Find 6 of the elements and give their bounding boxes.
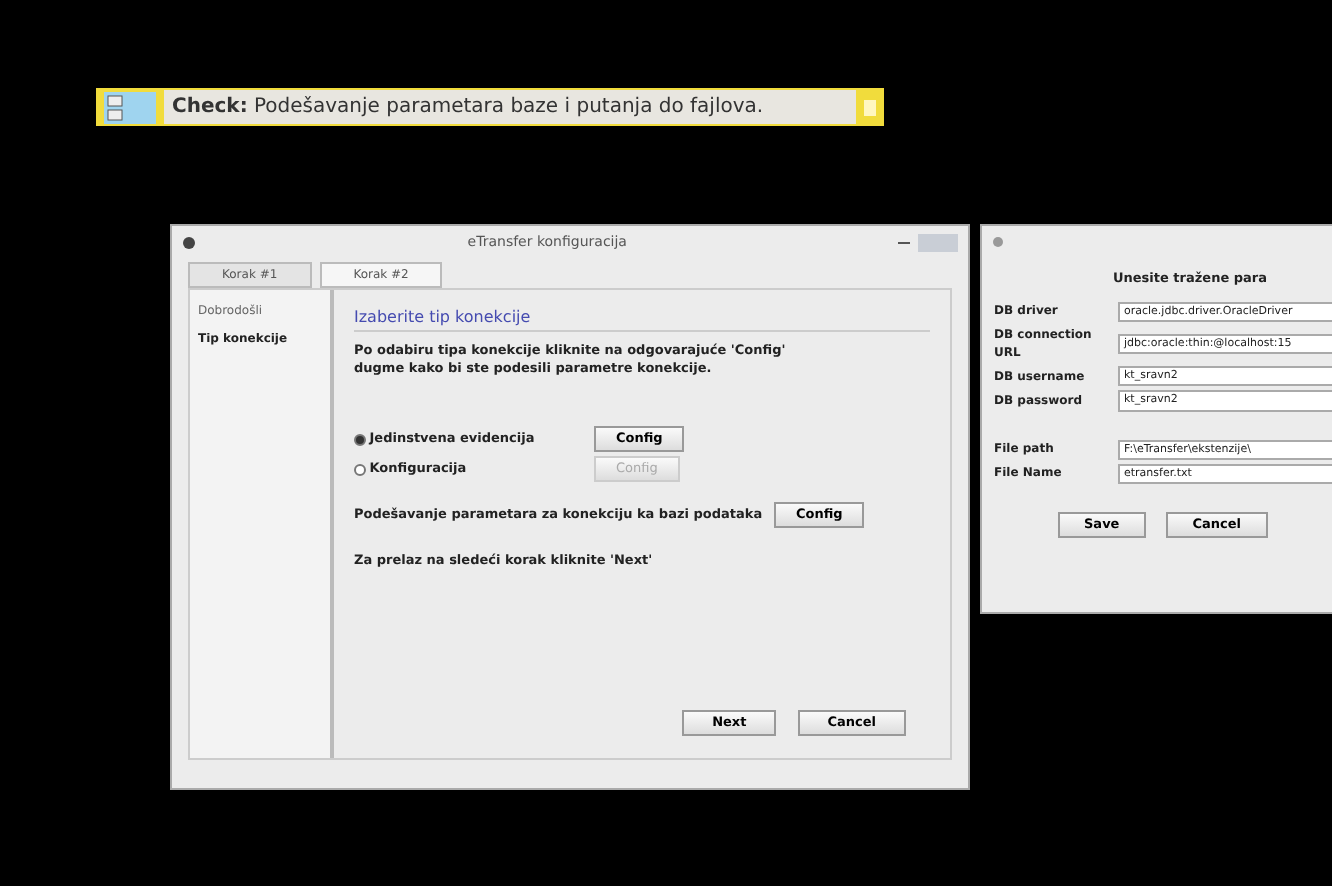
app-icon <box>992 236 1004 248</box>
banner-text: Check: Podešavanje parametara baze i putanja do fajlova. <box>164 90 856 124</box>
step-heading: Izaberite tip konekcije <box>354 306 930 332</box>
radio-button[interactable] <box>354 433 366 446</box>
slides-icon <box>104 91 156 123</box>
app-icon <box>182 235 196 249</box>
